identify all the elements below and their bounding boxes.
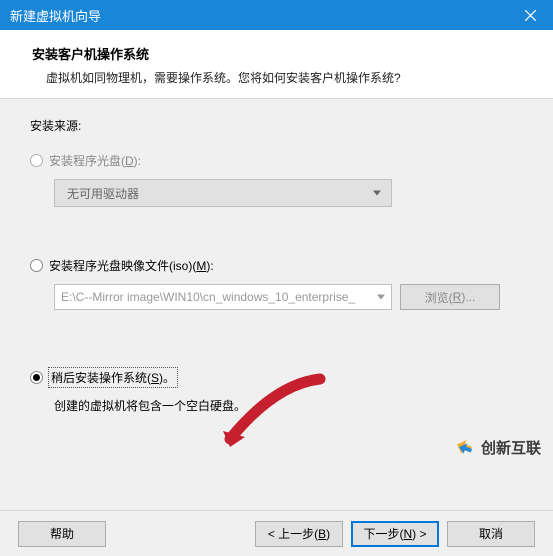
- radio-icon: [30, 371, 43, 384]
- drive-dropdown: 无可用驱动器: [54, 179, 392, 207]
- radio-option-iso[interactable]: 安装程序光盘映像文件(iso)(M):: [30, 257, 523, 274]
- watermark-logo-icon: [453, 436, 475, 458]
- wizard-footer: 帮助 < 上一步(B) 下一步(N) > 取消: [0, 510, 553, 556]
- help-button[interactable]: 帮助: [18, 521, 106, 547]
- radio-icon: [30, 259, 43, 272]
- browse-button: 浏览(R)...: [400, 284, 500, 310]
- radio-iso-label: 安装程序光盘映像文件(iso)(M):: [49, 257, 214, 274]
- header-subtitle: 虚拟机如同物理机，需要操作系统。您将如何安装客户机操作系统?: [32, 69, 529, 86]
- radio-later-label: 稍后安装操作系统(S)。: [49, 368, 177, 387]
- radio-icon: [30, 154, 43, 167]
- back-button[interactable]: < 上一步(B): [255, 521, 343, 547]
- watermark: 创新互联: [453, 436, 541, 458]
- window-titlebar: 新建虚拟机向导: [0, 0, 553, 30]
- cancel-button[interactable]: 取消: [447, 521, 535, 547]
- wizard-content: 安装来源: 安装程序光盘(D): 无可用驱动器 安装程序光盘映像文件(iso)(…: [0, 99, 553, 510]
- radio-option-later[interactable]: 稍后安装操作系统(S)。: [30, 368, 523, 387]
- watermark-text: 创新互联: [481, 437, 541, 458]
- window-title: 新建虚拟机向导: [10, 6, 101, 25]
- drive-dropdown-text: 无可用驱动器: [67, 185, 139, 202]
- wizard-header: 安装客户机操作系统 虚拟机如同物理机，需要操作系统。您将如何安装客户机操作系统?: [0, 30, 553, 99]
- close-button[interactable]: [507, 0, 553, 30]
- radio-option-disc: 安装程序光盘(D):: [30, 152, 523, 169]
- install-source-label: 安装来源:: [30, 117, 523, 134]
- radio-disc-label: 安装程序光盘(D):: [49, 152, 141, 169]
- later-description: 创建的虚拟机将包含一个空白硬盘。: [54, 397, 523, 414]
- header-title: 安装客户机操作系统: [32, 44, 529, 63]
- next-button[interactable]: 下一步(N) >: [351, 521, 439, 547]
- iso-path-input: E:\C--Mirror image\WIN10\cn_windows_10_e…: [54, 284, 392, 310]
- close-icon: [525, 10, 536, 21]
